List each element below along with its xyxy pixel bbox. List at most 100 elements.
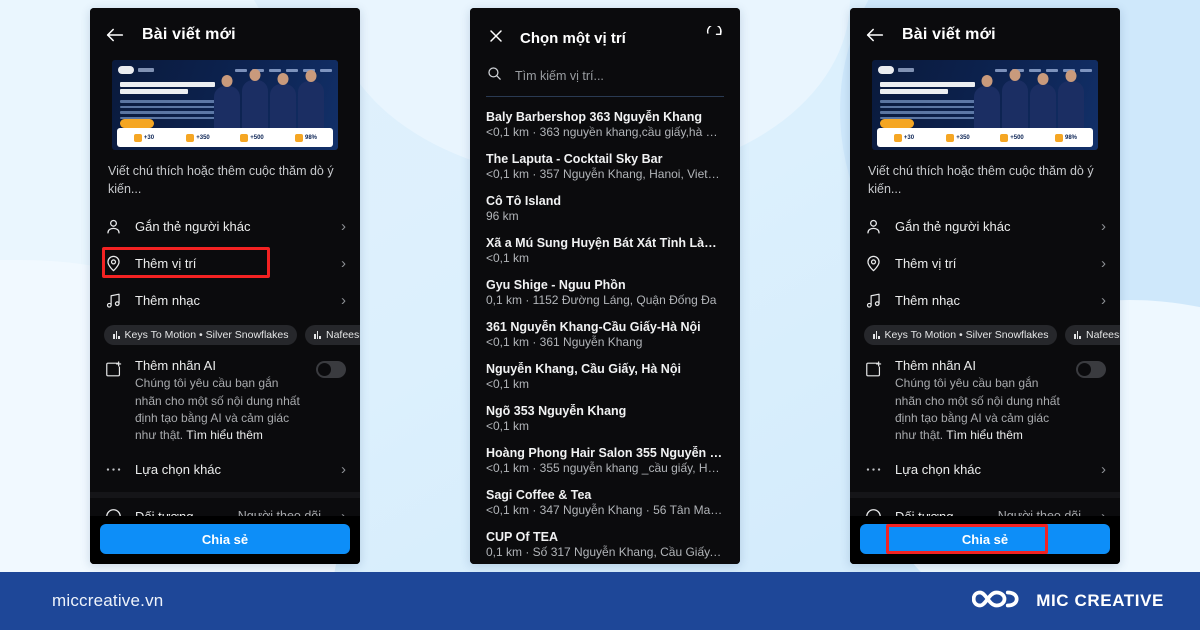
equalizer-icon [873,331,880,340]
banner-headline-line1 [880,82,975,87]
share-bar-3: Chia sẻ [850,516,1120,564]
people-icon [133,133,142,142]
list-item[interactable]: Nguyễn Khang, Cầu Giấy, Hà Nội <0,1 km [486,356,724,398]
ellipsis-icon [104,460,123,479]
banner-logo-icon [878,66,894,74]
music-note-icon [864,291,883,310]
close-x-icon[interactable] [486,26,506,51]
list-item[interactable]: CUP Of TEA 0,1 km · Số 317 Nguyễn Khang, … [486,524,724,564]
footer-band: miccreative.vn MIC CREATIVE [0,572,1200,630]
phone-mockup-2: Chọn một vị trí Tìm kiếm vị trí... Baly … [470,8,740,564]
footer-brand-name: MIC CREATIVE [1036,591,1164,610]
music-chip[interactable]: Nafeesis [1065,325,1120,346]
chevron-right-icon: › [341,460,346,478]
learn-more-link[interactable]: Tìm hiểu thêm [946,428,1023,442]
chart-icon [1000,133,1009,142]
chevron-right-icon: › [341,218,346,236]
back-arrow-icon[interactable] [864,24,886,46]
music-suggestion-list: Keys To Motion • Silver Snowflakes Nafee… [90,319,360,349]
search-icon [486,65,503,87]
search-input[interactable]: Tìm kiếm vị trí... [515,69,604,83]
list-item[interactable]: The Laputa - Cocktail Sky Bar <0,1 km · 3… [486,146,724,188]
people-icon [893,133,902,142]
ai-label-text: Thêm nhãn AI Chúng tôi yêu cầu bạn gắn n… [895,358,1064,445]
list-item[interactable]: Gyu Shige - Nguu Phồn 0,1 km · 1152 Đường… [486,272,724,314]
sidebar-item-add-location[interactable]: Thêm vị trí › [850,245,1120,282]
sidebar-item-tag-people[interactable]: Gắn thẻ người khác › [850,208,1120,245]
phone-mockup-1: Bài viết mới +30 +350 +500 98% Viết chú … [90,8,360,564]
sidebar-item-add-music[interactable]: Thêm nhạc › [850,282,1120,319]
banner-cta-button [880,119,914,128]
page-title: Bài viết mới [902,26,996,43]
location-name: 361 Nguyễn Khang-Cầu Giấy-Hà Nội [486,320,701,334]
equalizer-icon [1074,331,1081,340]
composer-media-preview-1[interactable]: +30 +350 +500 98% [90,56,360,160]
list-item[interactable]: 361 Nguyễn Khang-Cầu Giấy-Hà Nội <0,1 km … [486,314,724,356]
composer-header-1: Bài viết mới [90,8,360,56]
sidebar-item-more-options[interactable]: Lựa chọn khác › [850,451,1120,488]
location-pin-icon [864,254,883,273]
list-item[interactable]: Baly Barbershop 363 Nguyễn Khang <0,1 km … [486,104,724,146]
caption-input[interactable]: Viết chú thích hoặc thêm cuộc thăm dò ý … [850,160,1120,208]
learn-more-link[interactable]: Tìm hiểu thêm [186,428,263,442]
location-meta: <0,1 km [486,251,530,265]
sidebar-item-add-music[interactable]: Thêm nhạc › [90,282,360,319]
banner-logo-text [898,68,914,72]
banner-stat: +350 [931,133,985,142]
share-button[interactable]: Chia sẻ [100,524,350,554]
banner-logo-icon [118,66,134,74]
location-pin-icon [104,254,123,273]
sidebar-item-add-location[interactable]: Thêm vị trí › [90,245,360,282]
ai-label-title: Thêm nhãn AI [135,358,216,374]
list-item[interactable]: Sagi Coffee & Tea <0,1 km · 347 Nguyễn Kh… [486,482,724,524]
sidebar-item-tag-people[interactable]: Gắn thẻ người khác › [90,208,360,245]
ai-label-toggle[interactable] [1076,361,1106,379]
music-chip[interactable]: Keys To Motion • Silver Snowflakes [864,325,1058,346]
thumbs-up-icon [294,133,303,142]
ai-label-toggle[interactable] [316,361,346,379]
composer-media-preview-3[interactable]: +30 +350 +500 98% [850,56,1120,160]
handshake-icon [186,133,195,142]
caption-input[interactable]: Viết chú thích hoặc thêm cuộc thăm dò ý … [90,160,360,208]
ai-label-description: Chúng tôi yêu cầu bạn gắn nhãn cho một s… [135,375,304,445]
chevron-right-icon: › [1101,218,1106,236]
banner-headline-line2 [120,89,189,94]
location-search-bar[interactable]: Tìm kiếm vị trí... [486,65,724,97]
banner-stat-value: +30 [143,134,155,141]
banner-navbar [878,65,1092,75]
refresh-icon[interactable] [704,24,724,51]
location-picker-screen: Chọn một vị trí Tìm kiếm vị trí... Baly … [470,8,740,564]
row-label: Gắn thẻ người khác [135,219,251,235]
list-item[interactable]: Ngõ 353 Nguyễn Khang <0,1 km [486,398,724,440]
location-name: The Laputa - Cocktail Sky Bar [486,152,663,166]
banner-stat: +30 [877,133,931,142]
location-meta: <0,1 km · 357 Nguyễn Khang, Hanoi, Vietn… [486,167,724,181]
location-name: Sagi Coffee & Tea [486,488,592,502]
location-meta: <0,1 km · 361 Nguyễn Khang [486,335,643,349]
music-chip[interactable]: Nafeesis [305,325,360,346]
share-button[interactable]: Chia sẻ [860,524,1110,554]
location-results-list[interactable]: Baly Barbershop 363 Nguyễn Khang <0,1 km … [470,97,740,564]
chevron-right-icon: › [1101,255,1106,273]
list-item[interactable]: Cô Tô Island 96 km [486,188,724,230]
chevron-right-icon: › [341,255,346,273]
handshake-icon [946,133,955,142]
ai-tag-icon [864,360,883,379]
row-label: Lựa chọn khác [135,461,222,477]
location-name: Baly Barbershop 363 Nguyễn Khang [486,110,703,124]
banner-image: +30 +350 +500 98% [872,60,1098,150]
banner-logo-text [138,68,154,72]
banner-headline-line1 [120,82,215,87]
banner-stat: +500 [225,133,279,142]
sidebar-item-more-options[interactable]: Lựa chọn khác › [90,451,360,488]
music-chip-label: Nafeesis [1085,329,1120,342]
person-tag-icon [104,217,123,236]
share-bar-1: Chia sẻ [90,516,360,564]
back-arrow-icon[interactable] [104,24,126,46]
banner-stat: 98% [1039,133,1093,142]
banner-bullets [880,100,975,119]
list-item[interactable]: Hoàng Phong Hair Salon 355 Nguyễn Khang … [486,440,724,482]
music-chip[interactable]: Keys To Motion • Silver Snowflakes [104,325,298,346]
list-item[interactable]: Xã a Mú Sung Huyện Bát Xát Tỉnh Lào Cai <… [486,230,724,272]
banner-navbar [118,65,332,75]
